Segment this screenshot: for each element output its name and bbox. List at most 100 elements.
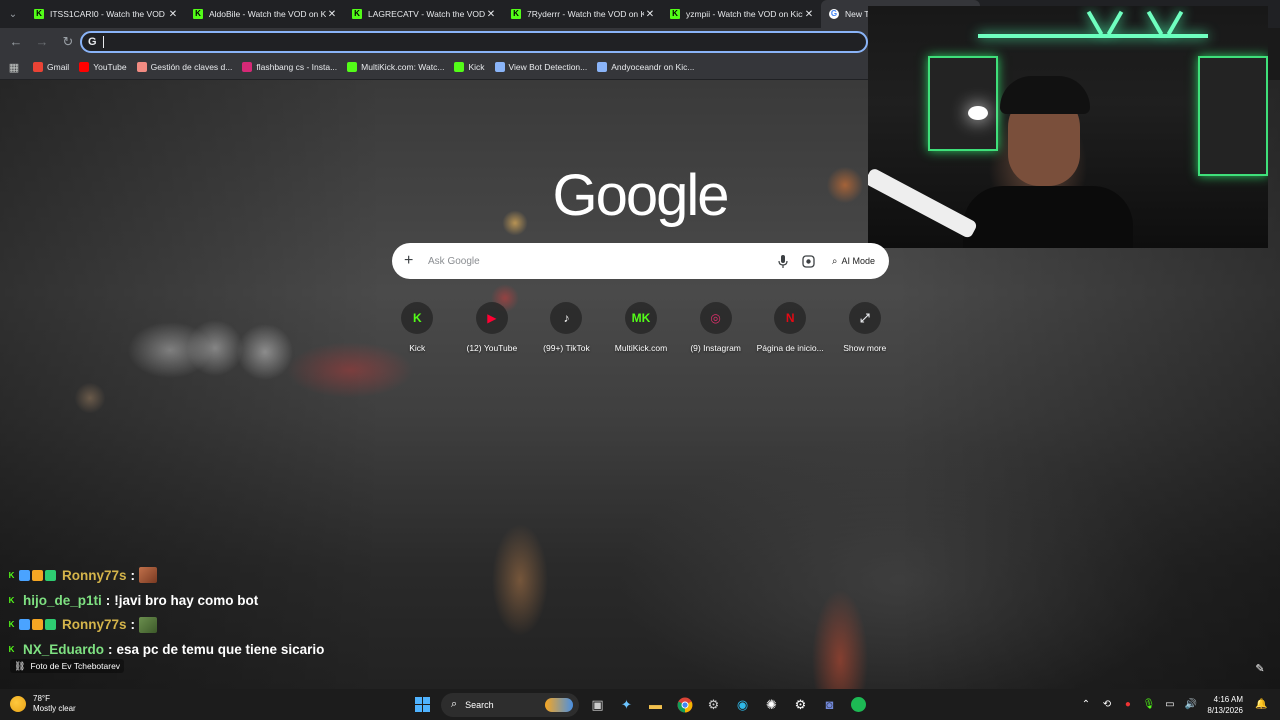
tab-search-menu-icon[interactable]: ⌄ [0,0,26,28]
edge-icon[interactable]: ◉ [728,692,757,717]
shortcut-tile[interactable]: ◎ (9) Instagram [678,300,753,360]
ai-search-icon: ⌕ [831,255,838,267]
weather-widget[interactable]: 78°F Mostly clear [10,694,76,714]
settings-icon[interactable]: ⚙ [786,692,815,717]
browser-tab[interactable]: K ITSS1CARI0 - Watch the VOD on Kick✕ [26,0,185,28]
bookmark-item[interactable]: flashbang cs - Insta... [237,57,342,77]
spotify-icon[interactable] [844,692,873,717]
bookmark-label: Kick [468,62,485,72]
youtube-icon [79,62,90,72]
chat-username[interactable]: Ronny77s [62,568,127,583]
reload-button[interactable]: ↻ [56,30,80,54]
shortcut-label: Kick [409,343,426,353]
bookmark-item[interactable]: MultiKick.com: Watc... [342,57,449,77]
task-view-icon[interactable]: ▣ [583,692,612,717]
shortcut-icon: ◎ [699,302,732,334]
multikick-icon [347,62,358,72]
tray-app-icon[interactable]: ⟲ [1096,695,1117,715]
shortcut-tile[interactable]: N Página de inicio... [753,300,828,360]
address-bar-input[interactable] [102,36,703,48]
shortcut-label: Show more [843,343,887,353]
lens-camera-icon[interactable] [798,250,820,272]
shortcut-icon: ♪ [550,302,583,334]
search-input[interactable] [428,255,768,267]
shortcut-icon: N [774,302,807,334]
tab-close-icon[interactable]: ✕ [803,9,815,20]
chrome-taskbar-icon[interactable] [670,692,699,717]
stream-chat-overlay: K Ronny77s: Khijo_de_p1ti: !javi bro hay co… [6,563,426,662]
back-button[interactable]: ← [4,30,28,54]
photo-credit-link[interactable]: ⛓ Foto de Ev Tchebotarev [10,659,125,673]
shortcut-tile[interactable]: MK MultiKick.com [604,300,679,360]
taskbar-search-box[interactable]: ⌕ Search [441,692,579,717]
kick-icon [454,62,465,72]
chat-separator: : [130,617,136,633]
add-icon[interactable]: + [404,252,420,270]
tab-close-icon[interactable]: ✕ [485,9,497,20]
google-icon: G [88,36,97,48]
tab-close-icon[interactable]: ✕ [326,9,338,20]
discord-icon[interactable]: ◙ [815,692,844,717]
volume-icon[interactable]: 🔊 [1180,695,1201,715]
ai-mode-label: AI Mode [841,256,875,266]
notification-bell-icon[interactable]: 🔔 [1251,695,1272,715]
show-hidden-icons-chevron-icon[interactable]: ⌃ [1075,695,1096,715]
microphone-icon[interactable] [772,250,794,272]
bookmark-label: View Bot Detection... [508,62,588,72]
shortcut-tiles: K Kick ▶ (12) YouTube ♪ (99+) TikTok MK MultiKi… [380,300,902,360]
omnibox[interactable]: G [80,31,868,53]
tab-title: AldoBile - Watch the VOD on Kick [209,9,326,19]
chrome-icon: G [829,9,839,19]
shortcut-tile[interactable]: ♪ (99+) TikTok [529,300,604,360]
kick-badge-icon: K [8,570,15,580]
tray-mic-icon[interactable]: 🎙 [1138,695,1159,715]
browser-tab[interactable]: Kyzmpii - Watch the VOD on Kick ✕ [662,0,821,28]
bookmark-item[interactable]: View Bot Detection... [490,57,593,77]
bookmark-item[interactable]: Andyoceandr on Kic... [592,57,699,77]
bookmark-item[interactable]: Gmail [28,57,74,77]
tray-record-icon[interactable]: ● [1117,695,1138,715]
copilot-icon[interactable]: ✦ [612,692,641,717]
ai-mode-button[interactable]: ⌕ AI Mode [826,250,881,272]
chat-message: K Ronny77s: [6,612,426,637]
bookmark-item[interactable]: YouTube [74,57,131,77]
bookmark-item[interactable]: Kick [449,57,489,77]
browser-toolbar: ← → ↻ G [0,28,868,55]
webcam-overlay [868,6,1268,248]
google-search-box[interactable]: + ⌕ AI Mode [392,243,889,279]
chat-username[interactable]: hijo_de_p1ti [23,593,102,608]
shortcut-tile[interactable]: ⤢ Show more [827,300,902,360]
clock[interactable]: 4:16 AM 8/13/2026 [1207,694,1243,716]
obs-icon[interactable]: ✺ [757,692,786,717]
chat-badges: K [6,619,58,631]
app-gear-icon[interactable]: ⚙ [699,692,728,717]
chat-username[interactable]: Ronny77s [62,617,127,632]
start-button[interactable] [408,692,437,717]
tab-close-icon[interactable]: ✕ [644,9,656,20]
chat-badge-icon [19,619,30,631]
globe-icon [494,62,505,72]
customize-pencil-icon[interactable]: ✎ [1252,660,1268,676]
browser-tab[interactable]: K 7Ryderrr - Watch the VOD on Kick ✕ [503,0,662,28]
browser-tab[interactable]: K LAGRECATV - Watch the VOD on Kick✕ [344,0,503,28]
tab-title: ITSS1CARI0 - Watch the VOD on Kick [50,9,167,19]
chat-username[interactable]: NX_Eduardo [23,642,104,657]
apps-grid-icon[interactable]: ▦ [0,61,28,74]
file-explorer-icon[interactable]: ▬ [641,692,670,717]
chat-message: Khijo_de_p1ti: !javi bro hay como bot [6,588,426,613]
photo-credit-label: Foto de Ev Tchebotarev [30,661,121,671]
chat-badge-icon [45,569,56,581]
bookmark-label: flashbang cs - Insta... [256,62,338,72]
shortcut-icon: ⤢ [848,302,881,334]
gmail-icon [33,62,43,72]
forward-button[interactable]: → [30,30,54,54]
shortcut-tile[interactable]: K Kick [380,300,455,360]
bookmark-item[interactable]: Gestión de claves d... [132,57,238,77]
browser-tab[interactable]: K AldoBile - Watch the VOD on Kick ✕ [185,0,344,28]
shortcut-icon: MK [625,302,658,334]
shortcut-tile[interactable]: ▶ (12) YouTube [455,300,530,360]
kick-icon: K [193,9,203,19]
tab-close-icon[interactable]: ✕ [167,9,179,20]
network-icon[interactable]: ▭ [1159,695,1180,715]
chat-message: K Ronny77s: [6,563,426,588]
